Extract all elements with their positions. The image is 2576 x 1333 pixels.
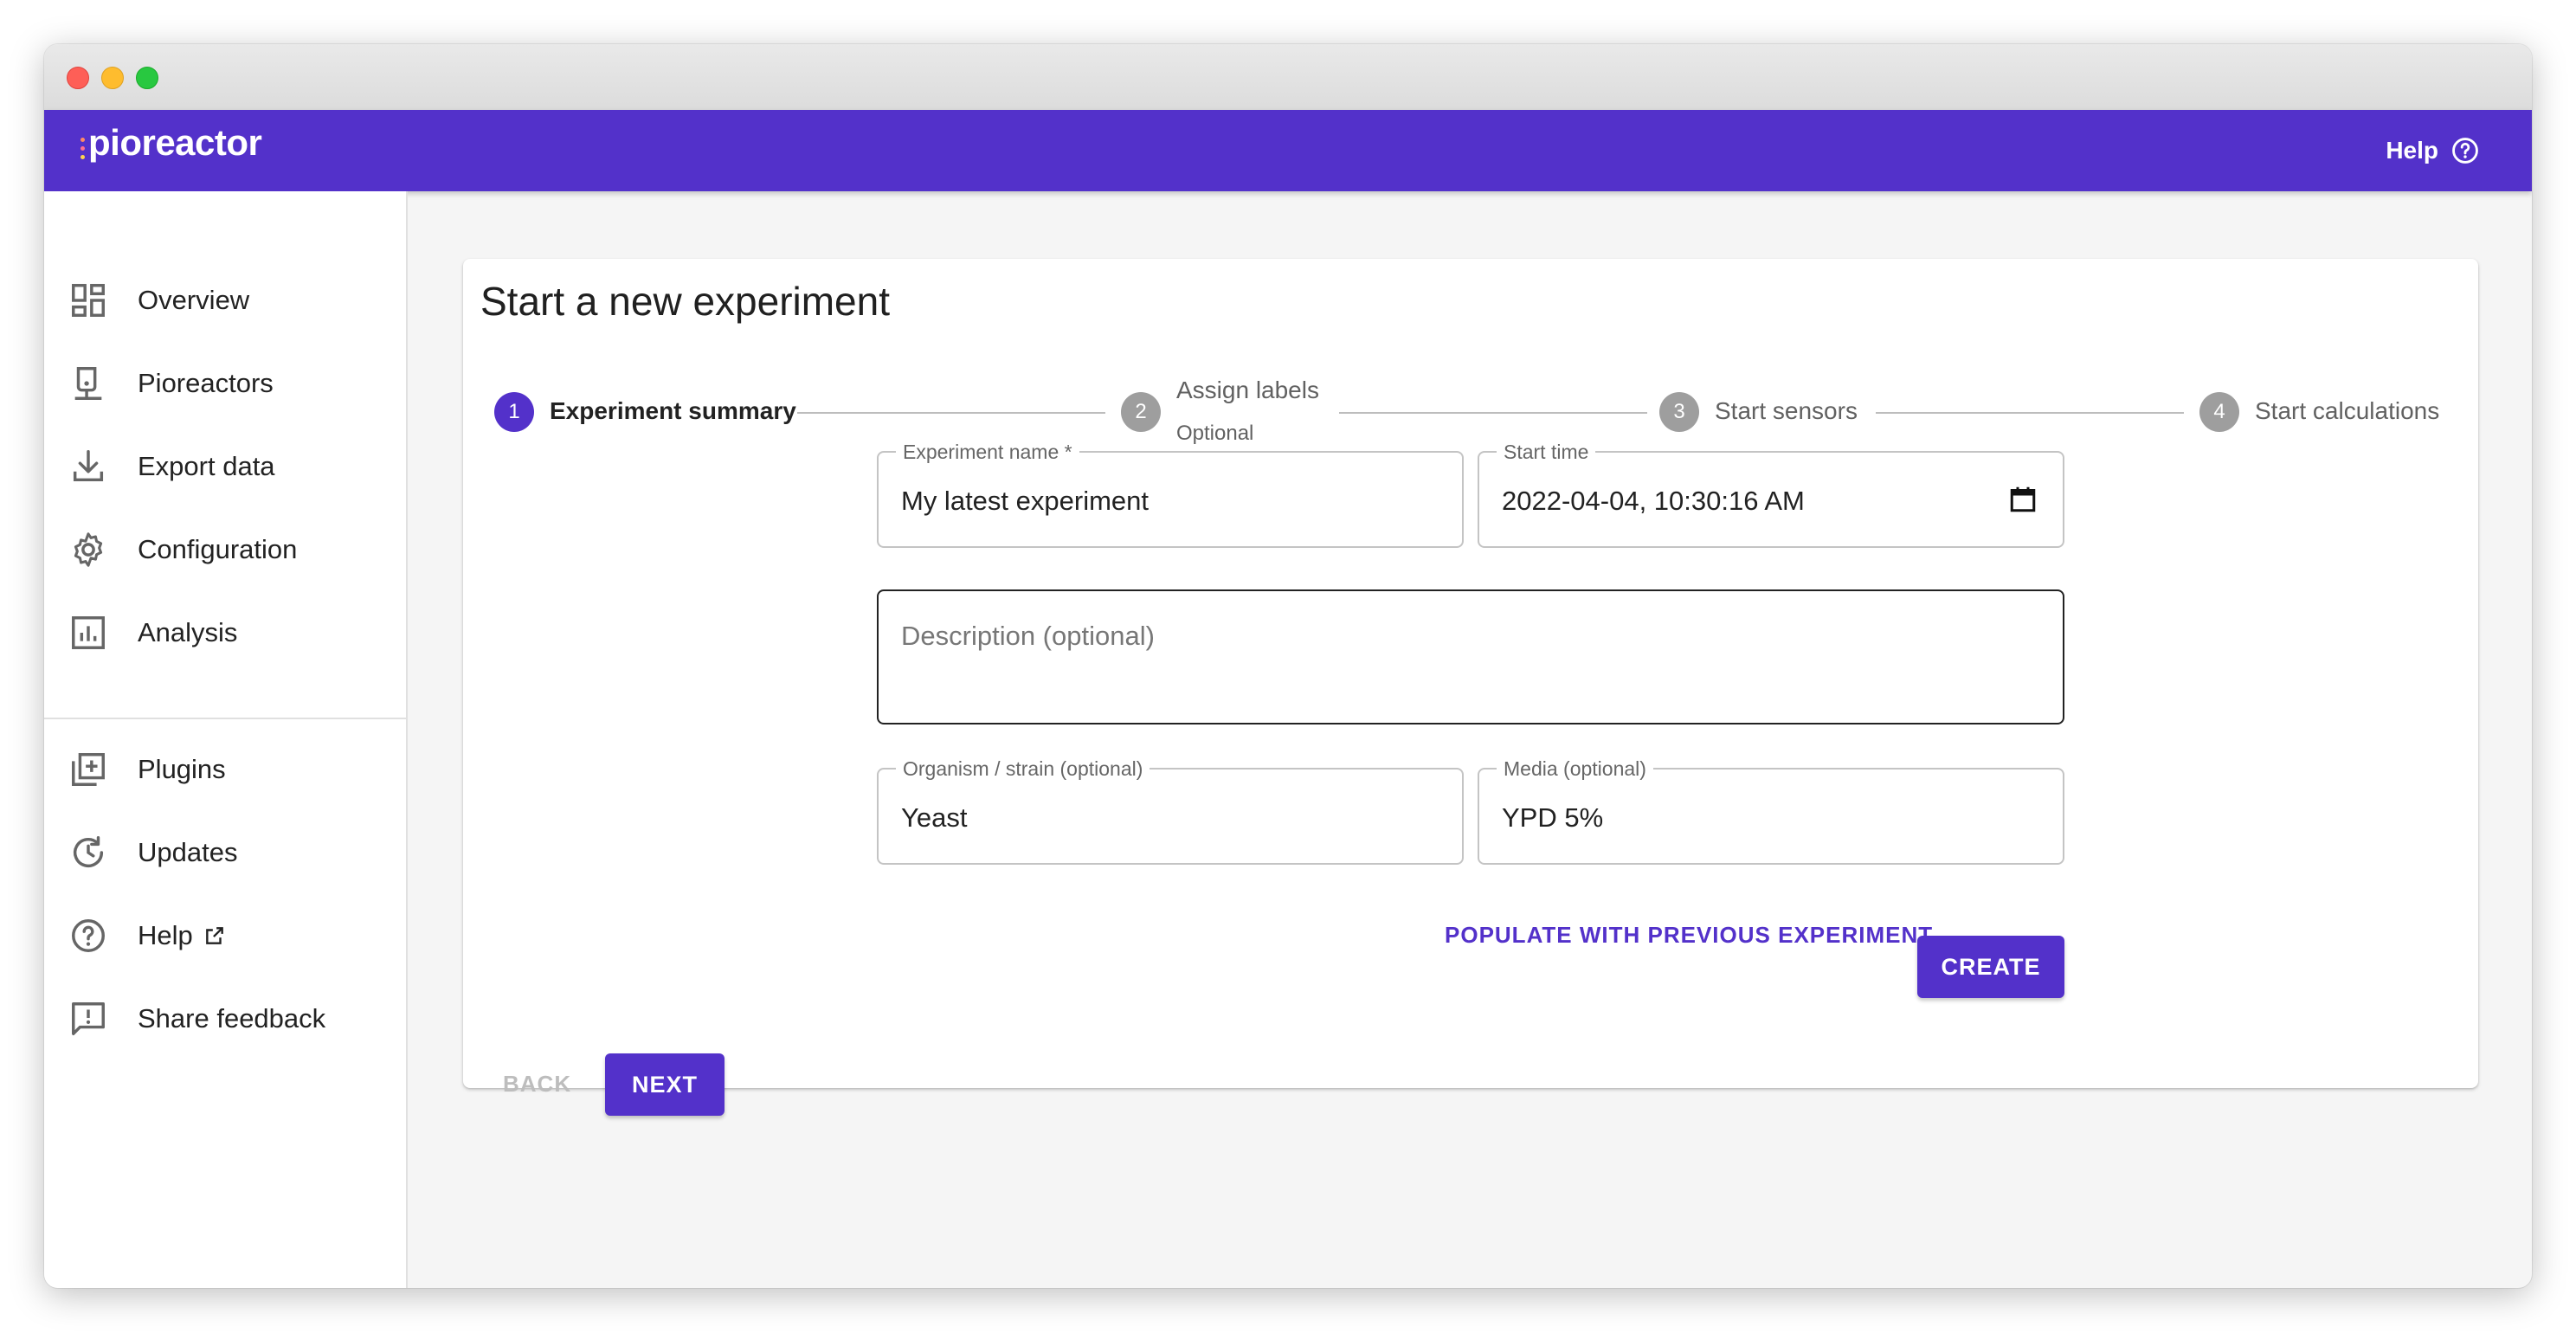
sidebar-item-label: Export data <box>138 451 275 481</box>
sidebar-item-share-feedback[interactable]: Share feedback <box>44 984 406 1053</box>
app-window: pioreactor Help Overview Pioreactors Exp… <box>44 44 2532 1288</box>
gear-icon <box>74 532 103 567</box>
help-top-label: Help <box>2386 137 2438 164</box>
step-1-label: Experiment summary <box>550 397 796 424</box>
back-button[interactable]: BACK <box>503 1071 571 1098</box>
sidebar-divider <box>44 718 406 719</box>
sidebar-item-export-data[interactable]: Export data <box>44 432 406 501</box>
feedback-icon <box>72 1002 105 1035</box>
sidebar-item-pioreactors[interactable]: Pioreactors <box>44 349 406 418</box>
experiment-name-value: My latest experiment <box>901 486 1149 516</box>
step-connector <box>1339 412 1647 414</box>
create-button[interactable]: CREATE <box>1917 936 2064 998</box>
experiment-name-label: Experiment name * <box>896 441 1079 464</box>
sidebar: Overview Pioreactors Export data Configu… <box>44 191 408 1288</box>
bioreactor-icon <box>74 367 102 400</box>
help-circle-icon <box>2452 138 2478 164</box>
step-1-number: 1 <box>494 392 534 432</box>
sidebar-item-help-label: Help <box>138 920 226 951</box>
description-placeholder: Description (optional) <box>901 621 1155 651</box>
start-time-label: Start time <box>1497 441 1596 464</box>
sidebar-item-label: Help <box>138 920 193 950</box>
new-experiment-card: Start a new experiment 1 Experiment summ… <box>463 259 2478 1116</box>
step-2-sublabel: Optional <box>1176 422 1254 445</box>
download-icon <box>73 450 104 482</box>
dashboard-icon <box>72 284 105 317</box>
sidebar-item-label: Analysis <box>138 617 238 647</box>
description-field[interactable]: Description (optional) <box>877 589 2064 724</box>
app-bar: pioreactor Help <box>44 110 2532 191</box>
sidebar-item-label: Updates <box>138 837 238 867</box>
media-field[interactable]: Media (optional) YPD 5% <box>1478 757 2064 865</box>
sidebar-item-label: Configuration <box>138 534 298 564</box>
brand-logo[interactable]: pioreactor <box>80 122 262 164</box>
experiment-name-field[interactable]: Experiment name * My latest experiment <box>877 441 1464 548</box>
step-3-number: 3 <box>1659 392 1699 432</box>
sidebar-item-analysis[interactable]: Analysis <box>44 598 406 667</box>
next-button[interactable]: NEXT <box>605 1053 724 1116</box>
minimize-window-button[interactable] <box>101 67 124 89</box>
page-title: Start a new experiment <box>480 279 891 324</box>
calendar-icon[interactable] <box>2007 484 2038 515</box>
organism-label: Organism / strain (optional) <box>896 757 1150 781</box>
media-label: Media (optional) <box>1497 757 1653 781</box>
step-3-label: Start sensors <box>1715 397 1858 424</box>
step-connector <box>1876 412 2184 414</box>
window-titlebar <box>44 44 2532 111</box>
step-2-label: Assign labels <box>1176 377 1319 403</box>
step-2-number: 2 <box>1121 392 1161 432</box>
sidebar-item-label: Share feedback <box>138 1003 326 1034</box>
sidebar-item-label: Pioreactors <box>138 368 274 398</box>
populate-previous-button[interactable]: POPULATE WITH PREVIOUS EXPERIMENT <box>1445 922 1933 949</box>
step-4-number: 4 <box>2199 392 2239 432</box>
step-4-label: Start calculations <box>2255 397 2440 424</box>
plus-box-icon <box>72 753 105 786</box>
sidebar-item-label: Overview <box>138 285 250 315</box>
brand-name: pioreactor <box>88 122 262 163</box>
organism-field[interactable]: Organism / strain (optional) Yeast <box>877 757 1464 865</box>
start-time-value: 2022-04-04, 10:30:16 AM <box>1502 486 1805 516</box>
start-time-field[interactable]: Start time 2022-04-04, 10:30:16 AM <box>1478 441 2064 548</box>
media-value: YPD 5% <box>1502 802 1604 833</box>
sidebar-item-label: Plugins <box>138 754 226 784</box>
external-link-icon <box>205 927 223 944</box>
help-circle-icon <box>72 919 105 952</box>
step-connector <box>797 412 1105 414</box>
help-top-button[interactable]: Help <box>2386 136 2480 165</box>
zoom-window-button[interactable] <box>136 67 158 89</box>
sidebar-item-overview[interactable]: Overview <box>44 266 406 335</box>
sidebar-item-configuration[interactable]: Configuration <box>44 515 406 584</box>
bar-chart-icon <box>72 616 105 649</box>
sidebar-item-updates[interactable]: Updates <box>44 818 406 887</box>
sidebar-item-help[interactable]: Help <box>44 901 406 970</box>
close-window-button[interactable] <box>67 67 89 89</box>
sidebar-item-plugins[interactable]: Plugins <box>44 735 406 804</box>
organism-value: Yeast <box>901 802 968 833</box>
update-icon <box>73 836 104 868</box>
logo-dots-icon <box>80 137 85 159</box>
